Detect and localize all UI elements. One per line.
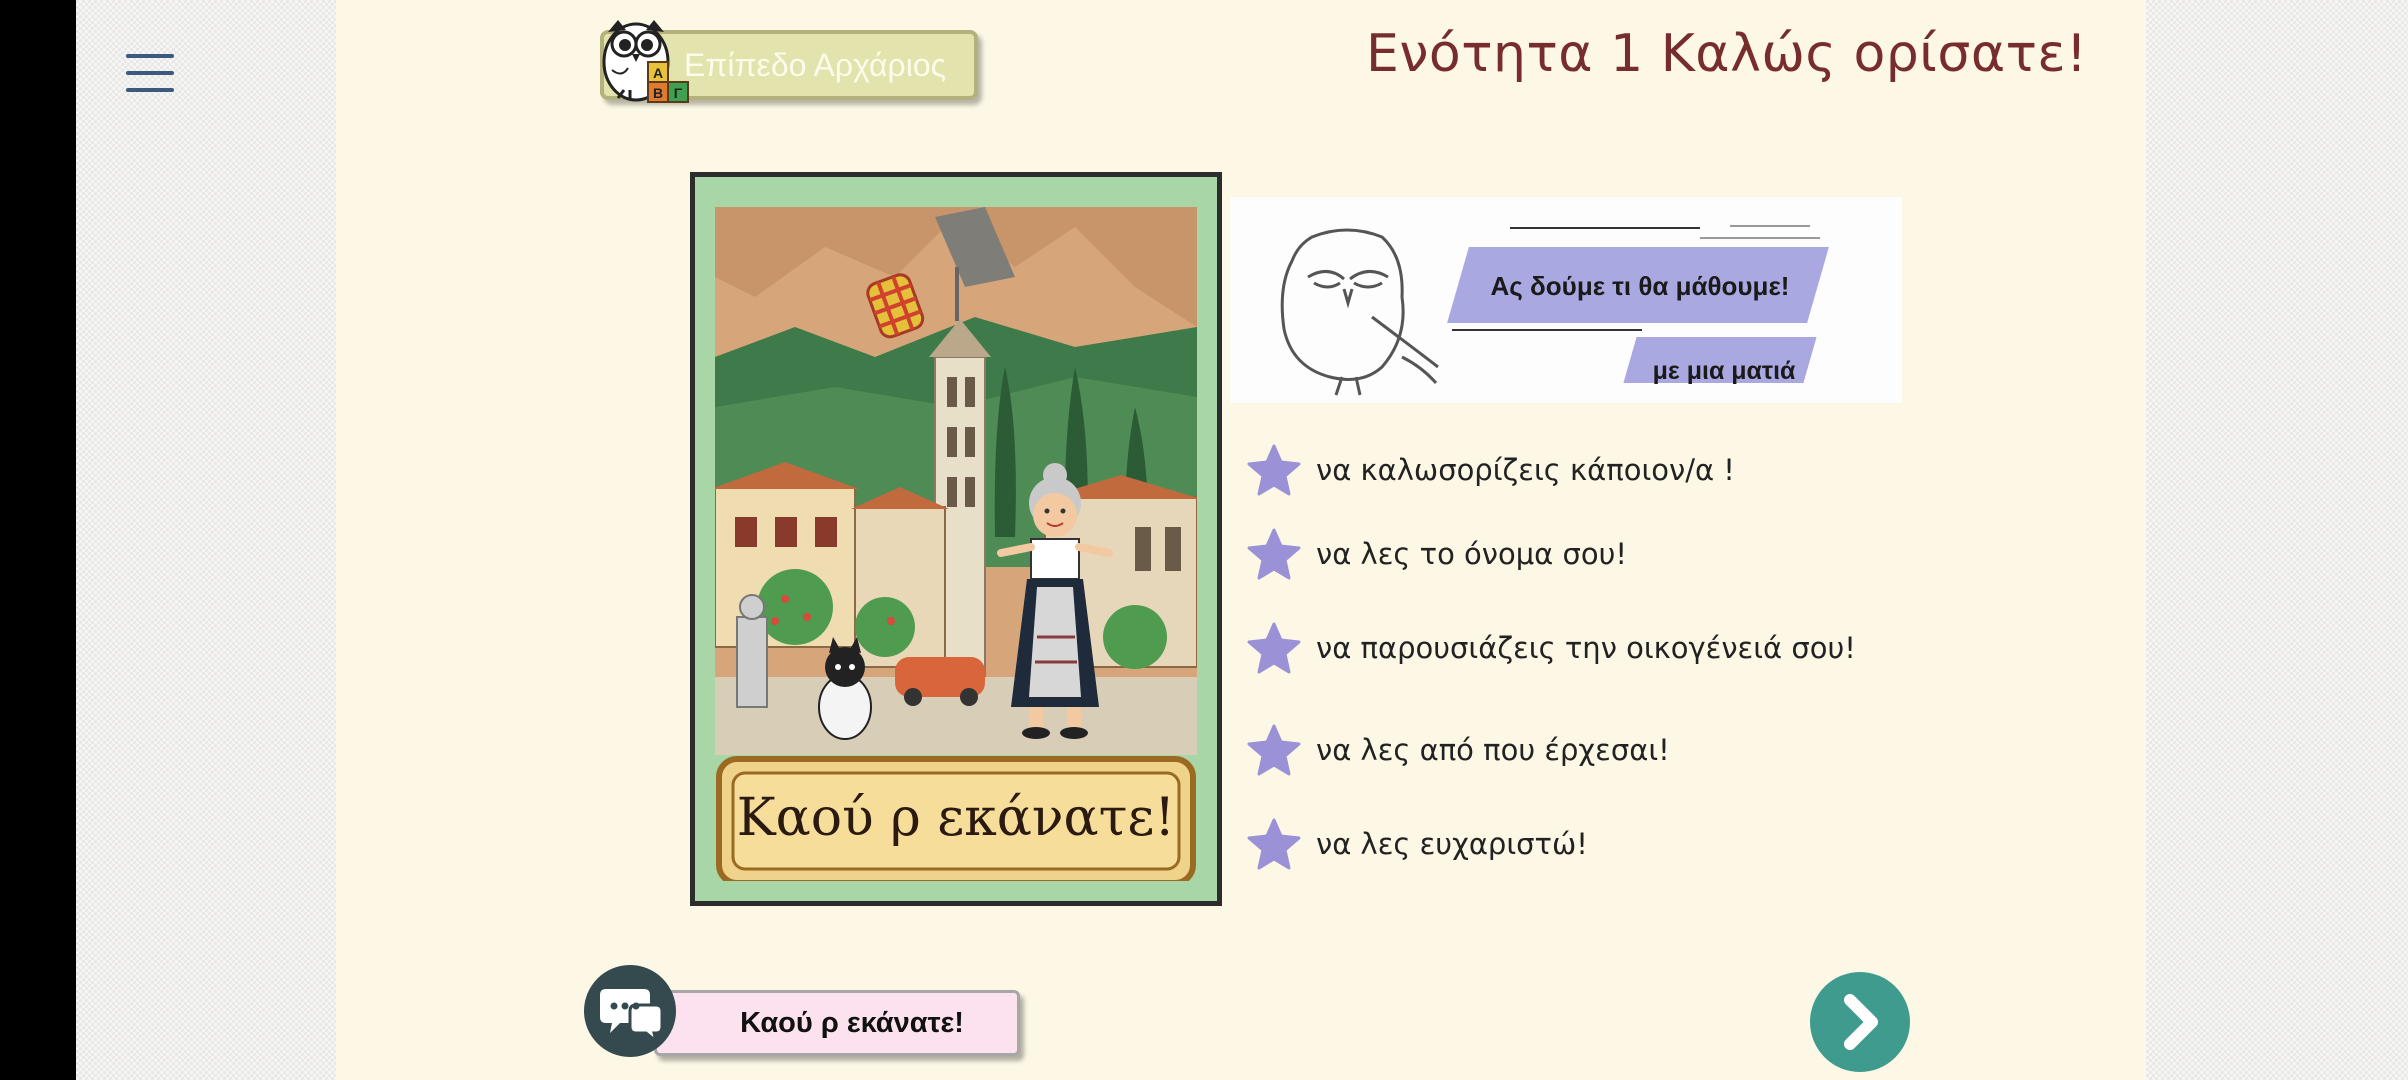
left-background-pattern (76, 0, 336, 1080)
goal-item: να καλωσορίζεις κάποιον/α ! (1246, 440, 1735, 500)
speech-bubble-icon[interactable] (584, 965, 676, 1057)
owl-logo-icon: A B Γ (598, 12, 698, 104)
goal-item: να λες ευχαριστώ! (1246, 814, 1588, 874)
goal-text: να λες ευχαριστώ! (1316, 827, 1588, 861)
right-background-pattern (2146, 0, 2408, 1080)
goal-text: να λες από που έρχεσαι! (1316, 733, 1670, 767)
device-bezel (0, 0, 76, 1080)
banner-decor-line (1700, 237, 1820, 239)
star-icon (1247, 444, 1301, 496)
star-icon (1247, 818, 1301, 870)
learn-banner: Ας δούμε τι θα μάθουμε! με μια ματιά (1230, 197, 1902, 403)
banner-decor-line (1510, 227, 1700, 229)
goal-item: να λες το όνομα σου! (1246, 524, 1627, 584)
logo-block-b: B (653, 85, 663, 101)
star-icon (1247, 724, 1301, 776)
banner-decor-line (1452, 329, 1642, 331)
owl-outline-icon (1280, 228, 1439, 396)
logo-block-g: Γ (674, 85, 683, 101)
goal-text: να λες το όνομα σου! (1316, 537, 1628, 571)
lesson-page: Επίπεδο Αρχάριος A B Γ Ενότητα 1 Καλώς ο… (336, 0, 2146, 1080)
level-label: Επίπεδο Αρχάριος (683, 46, 947, 83)
lesson-illustration: Καού ρ εκάνατε! (690, 172, 1222, 906)
next-button[interactable] (1810, 972, 1910, 1072)
phrase-audio-button[interactable]: Καού ρ εκάνατε! (654, 990, 1020, 1056)
banner-title: Ας δούμε τι θα μάθουμε! (1490, 271, 1790, 301)
goal-text: να καλωσορίζεις κάποιον/α ! (1316, 453, 1735, 487)
phrase-button-label: Καού ρ εκάνατε! (740, 1006, 964, 1039)
hamburger-menu-icon[interactable] (124, 52, 176, 94)
banner-decor-line (1730, 225, 1810, 227)
goal-item: να λες από που έρχεσαι! (1246, 720, 1670, 780)
chevron-right-icon (1844, 994, 1878, 1050)
star-icon (1247, 528, 1301, 580)
unit-title: Ενότητα 1 Καλώς ορίσατε! (1366, 24, 2088, 84)
goal-item: να παρουσιάζεις την οικογένειά σου! (1246, 618, 1856, 678)
banner-subtitle: με μια ματιά (1652, 357, 1796, 385)
star-icon (1247, 622, 1301, 674)
goal-text: να παρουσιάζεις την οικογένειά σου! (1316, 631, 1856, 665)
illustration-sign-text: Καού ρ εκάνατε! (737, 788, 1175, 848)
logo-block-a: A (653, 65, 663, 81)
